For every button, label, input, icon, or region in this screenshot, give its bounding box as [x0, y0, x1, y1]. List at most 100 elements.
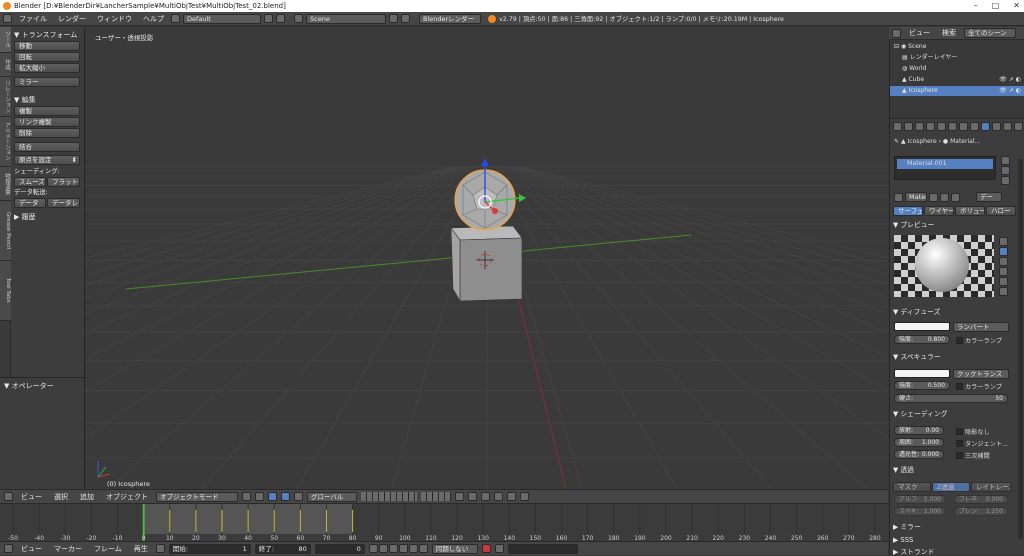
menu-select[interactable]: 選択 [50, 490, 72, 504]
expand-icon[interactable]: ⊟ [894, 43, 899, 50]
end-frame-field[interactable]: 終了: 80 [254, 543, 311, 554]
tab-grease-pencil[interactable]: Grease Pencil [0, 201, 11, 261]
diffuse-color-swatch[interactable] [894, 322, 950, 331]
slot-menu-icon[interactable] [1001, 176, 1010, 185]
render-tab-icon[interactable] [893, 122, 902, 131]
viewport-shading-icon[interactable] [242, 492, 251, 501]
pin-icon[interactable]: ✎ [894, 138, 899, 145]
visibility-icons[interactable]: 👁 ➚ ◐ [999, 75, 1021, 85]
menu-file[interactable]: ファイル [15, 12, 51, 26]
cubic-interpolation-checkbox[interactable]: 三次補間 [956, 451, 990, 460]
data-tab-icon[interactable] [970, 122, 979, 131]
close-button[interactable]: ✕ [1013, 0, 1020, 12]
scene-icon[interactable] [294, 14, 303, 23]
preview-sphere-icon[interactable] [999, 247, 1008, 256]
transform-panel-header[interactable]: ▼ トランスフォーム [14, 30, 81, 40]
tab-volume[interactable]: ボリュー [955, 206, 985, 216]
keying-set-icon[interactable] [494, 544, 504, 553]
menu-view[interactable]: ビュー [17, 542, 46, 556]
diffuse-shader-select[interactable]: ランバート [953, 322, 1009, 332]
shadeless-checkbox[interactable]: 陰影なし [956, 427, 990, 436]
opengl-render-icon[interactable] [520, 492, 529, 501]
3d-viewport[interactable] [86, 27, 888, 489]
world-tab-icon[interactable] [926, 122, 935, 131]
checkbox-box[interactable] [956, 337, 963, 344]
material-new-icon[interactable] [940, 192, 949, 202]
render-only-icon[interactable] [507, 492, 516, 501]
visibility-icons[interactable]: 👁 ➚ ◐ [999, 86, 1021, 96]
scene-remove-icon[interactable] [401, 14, 410, 23]
tab-raytrace[interactable]: レイトレース [971, 482, 1011, 492]
add-slot-icon[interactable] [1001, 156, 1010, 165]
preview-cube-icon[interactable] [999, 257, 1008, 266]
editor-type-icon[interactable] [892, 28, 901, 38]
tab-mask[interactable]: マスク [893, 482, 931, 492]
sync-mode-select[interactable]: 同期しない [431, 543, 478, 554]
tab-physics[interactable]: 物理演算 [0, 167, 11, 201]
specular-color-swatch[interactable] [894, 369, 950, 378]
sss-panel-header[interactable]: ▶ SSS [893, 535, 913, 545]
mirror-panel-header[interactable]: ▶ ミラー [893, 522, 921, 532]
checkbox-box[interactable] [956, 428, 963, 435]
mode-select[interactable]: オブジェクトモード [156, 491, 238, 502]
tab-tool-tabs[interactable]: Tool Tabs [0, 261, 11, 321]
viewport-canvas[interactable] [86, 27, 888, 489]
lock-layers-icon[interactable] [455, 492, 464, 501]
snap-icon[interactable] [481, 492, 490, 501]
prev-keyframe-icon[interactable] [378, 544, 388, 553]
translate-manipulator-icon[interactable] [281, 492, 290, 501]
hardness-field[interactable]: 硬さ: 50 [894, 394, 1008, 403]
start-frame-field[interactable]: 開始: 1 [168, 543, 251, 554]
properties-scrollbar[interactable] [1018, 159, 1023, 539]
maximize-button[interactable]: □ [992, 0, 1000, 12]
rotate-button[interactable]: 回転 [14, 52, 80, 62]
outliner-item-world[interactable]: ◍ World [890, 64, 1024, 74]
play-icon[interactable] [398, 544, 408, 553]
menu-marker[interactable]: マーカー [50, 542, 86, 556]
material-browse-icon[interactable] [894, 192, 903, 202]
data-layout-button[interactable]: データレ [47, 198, 80, 208]
diffuse-panel-header[interactable]: ▼ ディフューズ [893, 307, 940, 317]
tangent-shading-checkbox[interactable]: タンジェント... [956, 439, 1008, 448]
layer-buttons-2[interactable] [421, 492, 451, 501]
fresnel-field[interactable]: フレネ: 0.000 [954, 495, 1008, 504]
link-data-select[interactable]: デー [976, 192, 1002, 202]
tab-wire[interactable]: ワイヤー [924, 206, 954, 216]
translucency-field[interactable]: 透光性: 0.000 [894, 450, 944, 459]
render-layers-tab-icon[interactable] [904, 122, 913, 131]
menu-render[interactable]: レンダー [54, 12, 90, 26]
menu-help[interactable]: ヘルプ [139, 12, 168, 26]
preview-monkey-icon[interactable] [999, 267, 1008, 276]
alpha-field[interactable]: アルフ: 1.000 [894, 495, 946, 504]
preview-flat-icon[interactable] [999, 237, 1008, 246]
specular-shader-select[interactable]: クックトランス [953, 369, 1009, 379]
diffuse-intensity-field[interactable]: 強度: 0.800 [894, 335, 950, 344]
specular-alpha-field[interactable]: スペキ: 1.000 [894, 507, 946, 516]
tab-z-transparency[interactable]: Z透過 [932, 482, 970, 492]
blend-field[interactable]: ブレン: 1.250 [954, 507, 1008, 516]
material-users-icon[interactable] [929, 192, 938, 202]
data-transfer-button[interactable]: データ [14, 198, 46, 208]
specular-intensity-field[interactable]: 強度: 0.500 [894, 381, 950, 390]
tab-relations[interactable]: リレーション [0, 77, 11, 117]
layer-buttons[interactable] [361, 492, 417, 501]
menu-object[interactable]: オブジェクト [102, 490, 152, 504]
menu-view[interactable]: ビュー [905, 26, 934, 40]
editor-type-icon[interactable] [4, 492, 13, 501]
transparency-panel-header[interactable]: ▼ 透過 [893, 465, 914, 475]
modifiers-tab-icon[interactable] [959, 122, 968, 131]
scene-add-icon[interactable] [389, 14, 398, 23]
duplicate-linked-button[interactable]: リンク複製 [14, 117, 80, 127]
preview-range-icon[interactable] [155, 544, 165, 553]
current-frame-field[interactable]: 0 [314, 543, 365, 554]
tab-animation[interactable]: アニメーション [0, 117, 11, 167]
jump-start-icon[interactable] [368, 544, 378, 553]
play-reverse-icon[interactable] [388, 544, 398, 553]
strand-panel-header[interactable]: ▶ ストランド [893, 547, 934, 555]
specular-panel-header[interactable]: ▼ スペキュラー [893, 352, 941, 362]
particles-tab-icon[interactable] [1003, 122, 1012, 131]
checkbox-box[interactable] [956, 383, 963, 390]
keying-set-field[interactable] [507, 543, 578, 554]
minimize-button[interactable]: – [974, 0, 978, 12]
jump-end-icon[interactable] [418, 544, 428, 553]
